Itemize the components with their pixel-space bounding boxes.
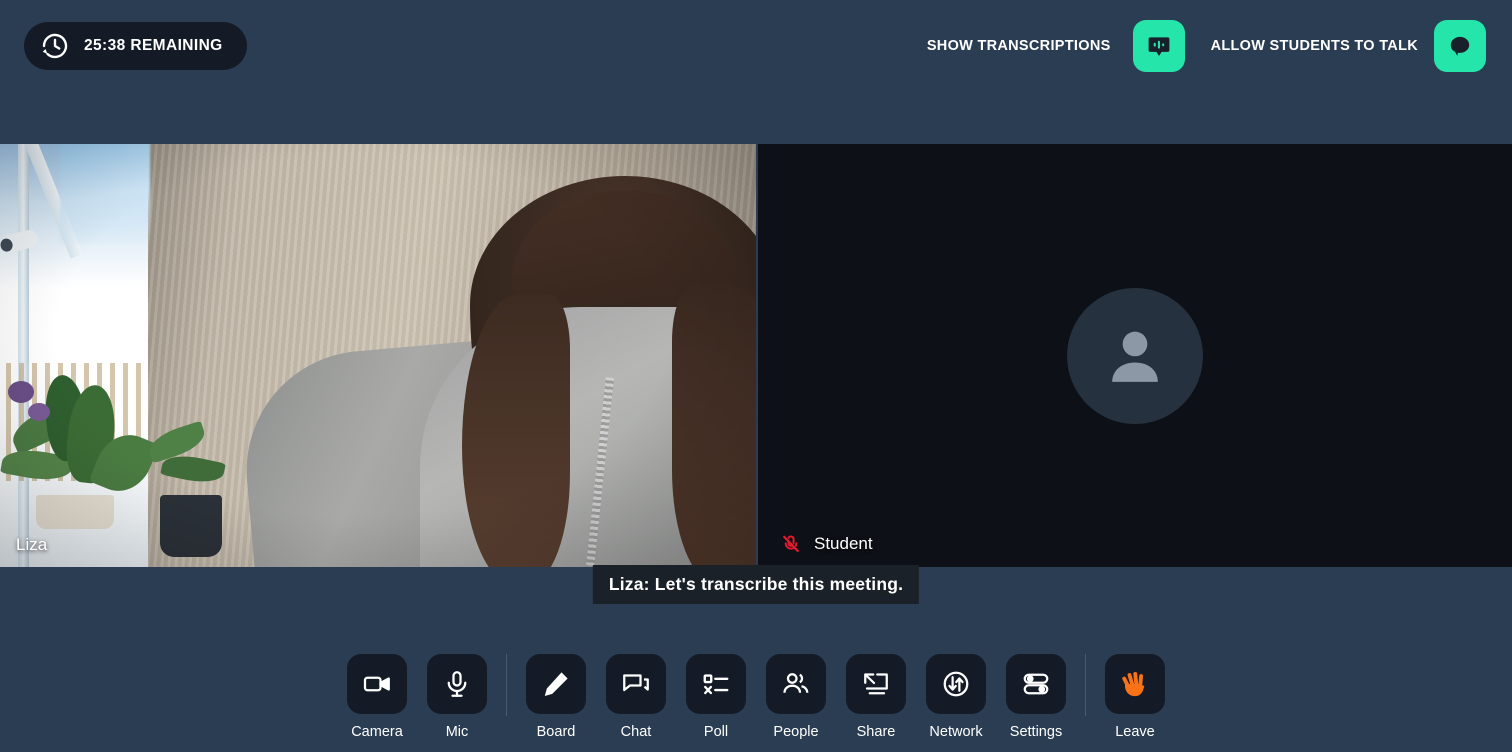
- session-timer: 25:38 REMAINING: [24, 22, 247, 70]
- toolbar-separator: [506, 654, 507, 716]
- chat-button[interactable]: [606, 654, 666, 714]
- toolbar-label: Mic: [445, 724, 469, 740]
- board-button[interactable]: [526, 654, 586, 714]
- camera-button[interactable]: [347, 654, 407, 714]
- mic-muted-icon: [780, 533, 802, 555]
- speech-bubble-icon: [1447, 33, 1473, 59]
- show-transcriptions-toggle[interactable]: [1132, 20, 1185, 72]
- toolbar-item-board[interactable]: Board: [516, 654, 596, 740]
- toolbar-label: Camera: [351, 724, 403, 740]
- chat-icon: [621, 669, 651, 699]
- participant-name: Liza: [16, 535, 48, 554]
- settings-toggles-icon: [1021, 669, 1051, 699]
- mic-button[interactable]: [427, 654, 487, 714]
- clock-rewind-icon: [40, 31, 70, 61]
- transcription-caption: Liza: Let's transcribe this meeting.: [592, 565, 920, 604]
- top-right-controls: SHOW TRANSCRIPTIONS ALLOW STUDENTS TO TA…: [927, 20, 1486, 72]
- share-button[interactable]: [846, 654, 906, 714]
- toolbar-item-mic[interactable]: Mic: [417, 654, 497, 740]
- timer-text: 25:38 REMAINING: [84, 37, 223, 54]
- camera-icon: [362, 669, 392, 699]
- transcription-bubble-icon: [1146, 33, 1172, 59]
- toolbar-label: Chat: [620, 724, 652, 740]
- toolbar-separator: [1085, 654, 1086, 716]
- video-stage: Liza Student: [0, 144, 1512, 567]
- toolbar-label: Settings: [1009, 724, 1063, 740]
- waving-hand-icon: [1119, 668, 1151, 700]
- toolbar-item-share[interactable]: Share: [836, 654, 916, 740]
- toolbar-label: Network: [929, 724, 983, 740]
- network-button[interactable]: [926, 654, 986, 714]
- allow-students-to-talk-toggle[interactable]: [1434, 20, 1486, 72]
- toolbar-item-poll[interactable]: Poll: [676, 654, 756, 740]
- meeting-toolbar: Camera Mic Board Chat Poll People Share …: [337, 654, 1175, 740]
- mic-icon: [442, 669, 472, 699]
- toolbar-label: Poll: [703, 724, 729, 740]
- leave-button[interactable]: [1105, 654, 1165, 714]
- settings-button[interactable]: [1006, 654, 1066, 714]
- people-button[interactable]: [766, 654, 826, 714]
- person-avatar-icon: [1098, 319, 1172, 393]
- participant-tile-self[interactable]: Liza: [0, 144, 756, 567]
- toolbar-label: People: [773, 724, 819, 740]
- toolbar-label: Share: [856, 724, 896, 740]
- toolbar-item-leave[interactable]: Leave: [1095, 654, 1175, 740]
- self-video-feed: [0, 144, 756, 567]
- toolbar-label: Leave: [1115, 724, 1155, 740]
- network-icon: [941, 669, 971, 699]
- avatar: [1067, 287, 1203, 424]
- participant-name: Student: [814, 534, 873, 553]
- toolbar-item-people[interactable]: People: [756, 654, 836, 740]
- toolbar-item-camera[interactable]: Camera: [337, 654, 417, 740]
- toolbar-item-chat[interactable]: Chat: [596, 654, 676, 740]
- people-icon: [781, 669, 811, 699]
- show-transcriptions-label: SHOW TRANSCRIPTIONS: [926, 38, 1111, 54]
- pencil-icon: [541, 669, 571, 699]
- participant-tile-student[interactable]: Student: [758, 144, 1512, 567]
- toolbar-item-network[interactable]: Network: [916, 654, 996, 740]
- poll-button[interactable]: [686, 654, 746, 714]
- poll-icon: [701, 669, 731, 699]
- top-bar: 25:38 REMAINING SHOW TRANSCRIPTIONS ALLO…: [0, 0, 1512, 92]
- allow-students-to-talk-label: ALLOW STUDENTS TO TALK: [1210, 38, 1418, 54]
- screen-share-icon: [861, 669, 891, 699]
- toolbar-label: Board: [536, 724, 576, 740]
- meeting-app: 25:38 REMAINING SHOW TRANSCRIPTIONS ALLO…: [0, 0, 1512, 752]
- participant-name-tag: Student: [780, 533, 873, 555]
- toolbar-item-settings[interactable]: Settings: [996, 654, 1076, 740]
- participant-name-tag: Liza: [16, 535, 47, 555]
